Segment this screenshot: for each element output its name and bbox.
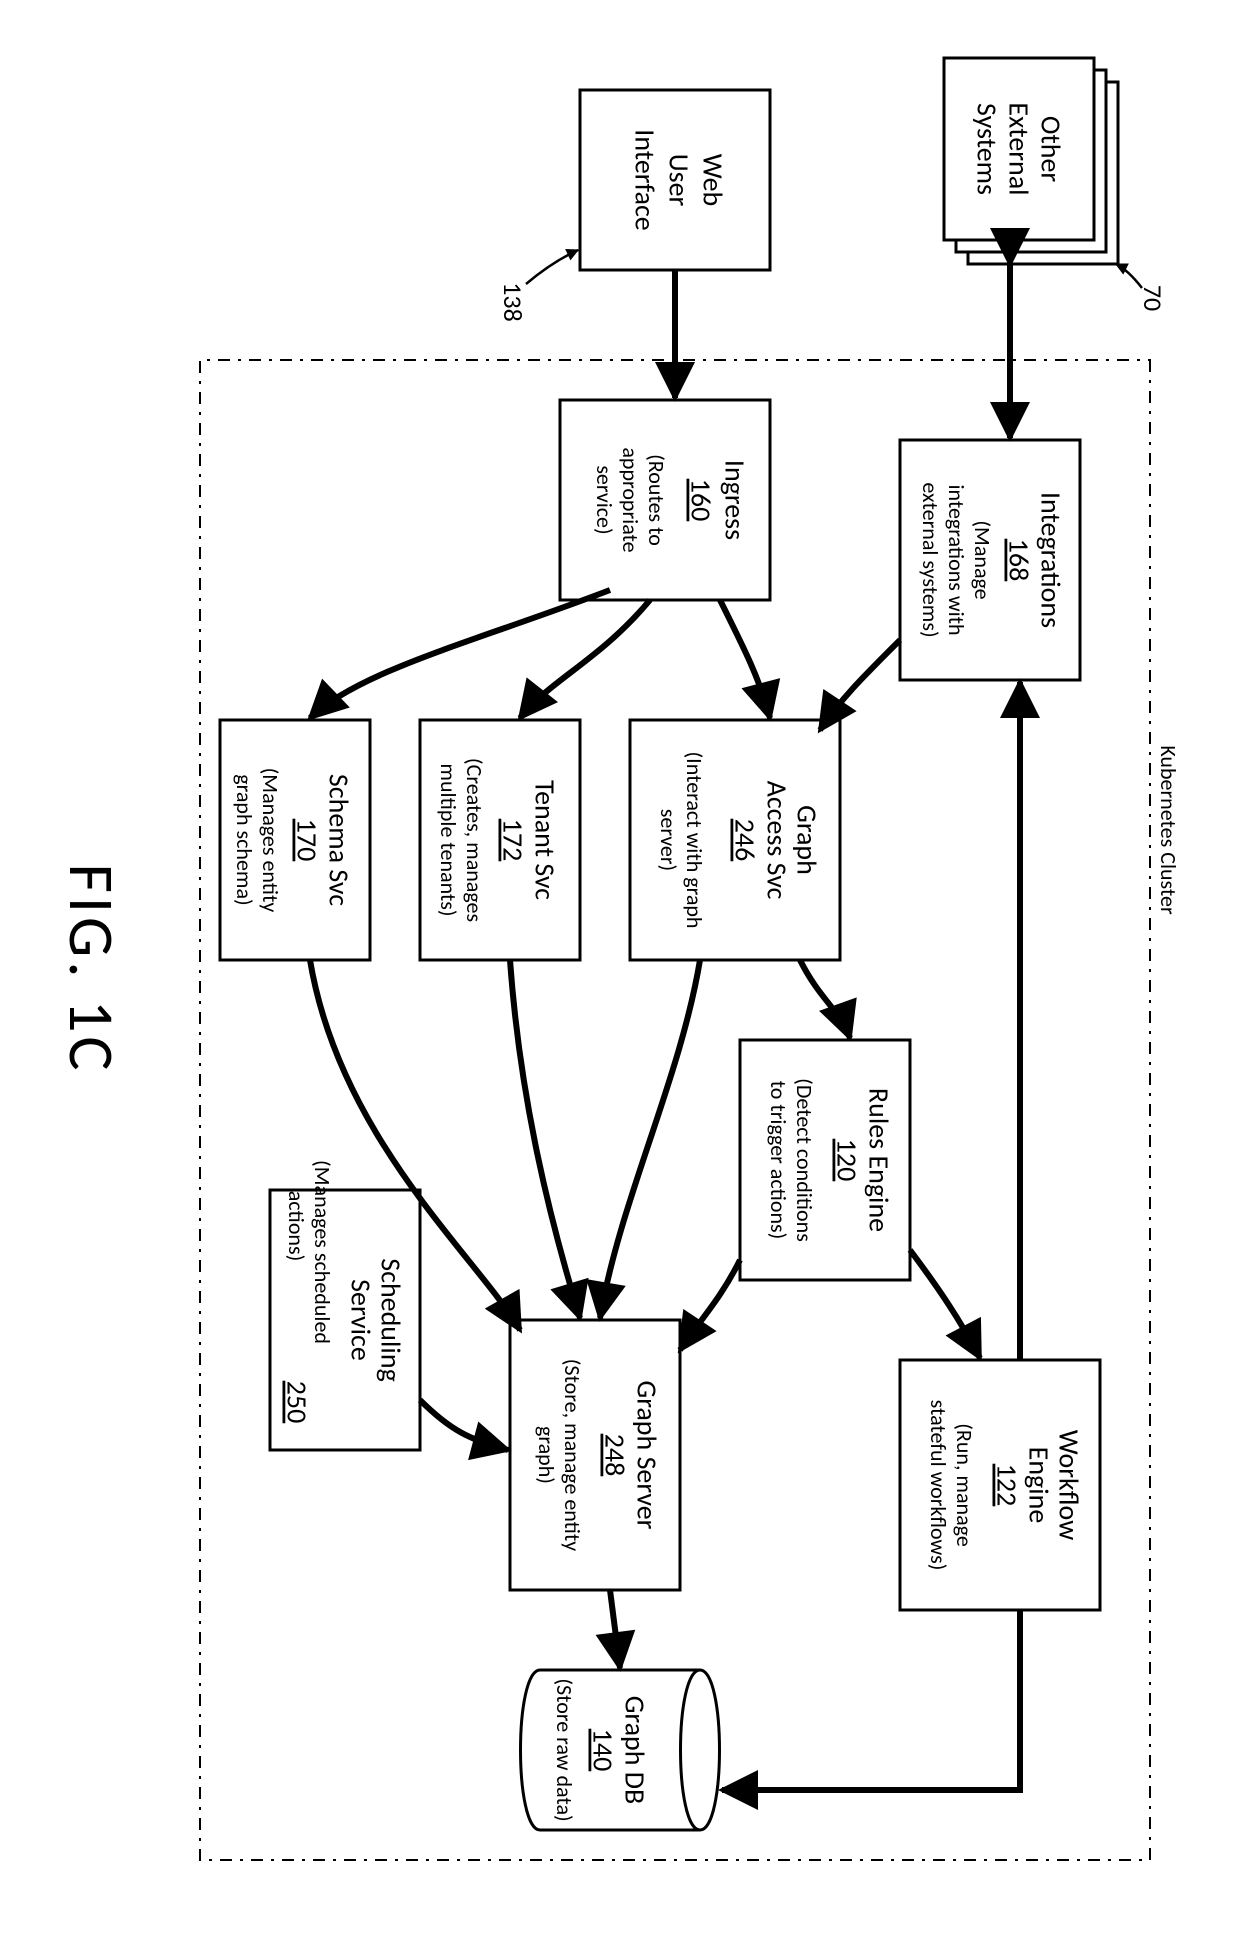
- callout-138-leader: [526, 250, 578, 284]
- gas-desc2: server): [655, 809, 682, 871]
- ingress-desc2: appropriate: [617, 447, 644, 552]
- gdb-desc: (Store raw data): [551, 1678, 578, 1821]
- node-tenant-svc: Tenant Svc 172 (Creates, manages multipl…: [420, 720, 580, 960]
- arrow-gas-gserver: [600, 960, 700, 1318]
- node-graph-access-svc: Graph Access Svc 246 (Interact with grap…: [630, 720, 840, 960]
- gserver-desc1: (Store, manage entity: [559, 1359, 586, 1552]
- tenant-num: 172: [495, 819, 530, 862]
- gdb-title: Graph DB: [617, 1696, 652, 1804]
- schema-desc1: (Manages entity: [257, 768, 284, 913]
- gas-desc1: (Interact with graph: [681, 752, 708, 929]
- rules-title: Rules Engine: [861, 1088, 896, 1232]
- wf-desc2: stateful workflows): [925, 1400, 952, 1571]
- ingress-desc3: service): [591, 465, 618, 534]
- callout-70-leader: [1116, 264, 1142, 288]
- arrow-wf-gdb: [722, 1610, 1020, 1790]
- arrow-gserver-gdb: [610, 1590, 620, 1668]
- external-systems-line2: External: [1001, 102, 1036, 195]
- ingress-title: Ingress: [717, 460, 752, 540]
- schema-num: 170: [289, 819, 324, 862]
- sched-title1: Scheduling: [373, 1258, 408, 1382]
- node-schema-svc: Schema Svc 170 (Manages entity graph sch…: [220, 720, 370, 960]
- cluster-label: Kubernetes Cluster: [1155, 745, 1182, 915]
- arrow-sched-gserver: [420, 1400, 508, 1450]
- node-integrations: Integrations 168 (Manage integrations wi…: [900, 440, 1080, 680]
- wf-desc1: (Run, manage: [951, 1423, 978, 1547]
- ingress-desc1: (Routes to: [643, 454, 670, 546]
- integrations-desc1: (Manage: [969, 520, 996, 599]
- sched-desc2: actions): [283, 1191, 310, 1262]
- wf-num: 122: [989, 1464, 1024, 1507]
- gdb-num: 140: [585, 1729, 620, 1772]
- node-workflow-engine: Workflow Engine 122 (Run, manage statefu…: [900, 1360, 1100, 1610]
- ingress-num: 160: [683, 479, 718, 522]
- integrations-desc2: integrations with: [943, 484, 970, 635]
- node-ingress: Ingress 160 (Routes to appropriate servi…: [560, 400, 770, 600]
- wf-title1: Workflow: [1051, 1430, 1086, 1540]
- rules-desc1: (Detect conditions: [791, 1078, 818, 1242]
- sched-desc1: (Manages scheduled: [309, 1160, 336, 1344]
- gas-num: 246: [727, 819, 762, 862]
- integrations-num: 168: [1001, 539, 1036, 582]
- tenant-title: Tenant Svc: [527, 780, 562, 900]
- web-ui-line1: Web: [695, 154, 730, 207]
- arrow-integ-gas: [820, 640, 900, 730]
- arrow-ingress-schema: [310, 590, 610, 718]
- web-ui-line3: Interface: [627, 129, 662, 230]
- gserver-desc2: graph): [533, 1426, 560, 1484]
- wf-title2: Engine: [1021, 1447, 1056, 1524]
- integrations-title: Integrations: [1033, 492, 1068, 628]
- callout-138: 138: [497, 282, 529, 322]
- figure-label: FIG. 1C: [52, 863, 130, 1074]
- integrations-desc3: external systems): [917, 482, 944, 637]
- architecture-diagram: Kubernetes Cluster Other External System…: [0, 0, 1240, 1938]
- schema-title: Schema Svc: [321, 774, 356, 906]
- tenant-desc1: (Creates, manages: [461, 758, 488, 922]
- node-rules-engine: Rules Engine 120 (Detect conditions to t…: [740, 1040, 910, 1280]
- external-systems-line1: Other: [1033, 116, 1068, 183]
- node-web-ui: Web User Interface: [580, 90, 770, 270]
- sched-num: 250: [279, 1381, 314, 1424]
- arrow-rules-gserver: [680, 1260, 740, 1350]
- sched-title2: Service: [343, 1279, 378, 1361]
- rules-num: 120: [829, 1139, 864, 1182]
- rules-desc2: to trigger actions): [765, 1081, 792, 1240]
- arrow-gas-rules: [800, 960, 850, 1038]
- node-graph-db: Graph DB 140 (Store raw data): [521, 1670, 720, 1830]
- node-scheduling-service: Scheduling Service (Manages scheduled ac…: [270, 1160, 420, 1450]
- arrow-rules-wf: [910, 1250, 980, 1358]
- gserver-num: 248: [597, 1434, 632, 1477]
- gas-title2: Access Svc: [759, 781, 794, 900]
- arrow-ingress-gas: [720, 600, 770, 718]
- arrow-tenant-gserver: [510, 960, 580, 1318]
- web-ui-line2: User: [661, 154, 696, 207]
- callout-70: 70: [1137, 285, 1169, 311]
- gserver-title: Graph Server: [629, 1381, 664, 1530]
- node-external-systems: Other External Systems: [944, 58, 1118, 264]
- external-systems-line3: Systems: [969, 103, 1004, 195]
- schema-desc2: graph schema): [231, 774, 258, 905]
- tenant-desc2: multiple tenants): [435, 763, 462, 916]
- node-graph-server: Graph Server 248 (Store, manage entity g…: [510, 1320, 680, 1590]
- gas-title1: Graph: [789, 805, 824, 875]
